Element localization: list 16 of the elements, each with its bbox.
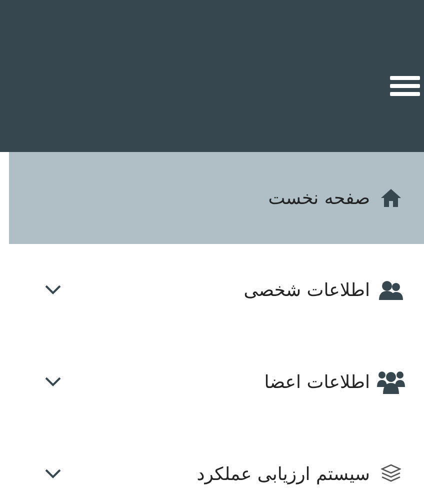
chevron-down-icon (45, 377, 61, 387)
menu-label: اطلاعات شخصی (244, 280, 370, 300)
group-icon (377, 370, 405, 394)
menu-icon[interactable] (390, 74, 420, 98)
users-icon (379, 280, 403, 300)
menu-label: صفحه نخست (268, 188, 370, 208)
chevron-down-icon (45, 285, 61, 295)
menu-item[interactable]: سیستم ارزیابی عملکرد (9, 428, 424, 490)
layers-icon (381, 464, 401, 484)
menu-label: سیستم ارزیابی عملکرد (196, 464, 370, 484)
home-icon (380, 188, 402, 208)
menu-item[interactable]: صفحه نخست (9, 152, 424, 244)
menu-label: اطلاعات اعضا (264, 372, 370, 392)
menu-item[interactable]: اطلاعات شخصی (9, 244, 424, 336)
chevron-down-icon (45, 469, 61, 479)
menu-item[interactable]: اطلاعات اعضا (9, 336, 424, 428)
